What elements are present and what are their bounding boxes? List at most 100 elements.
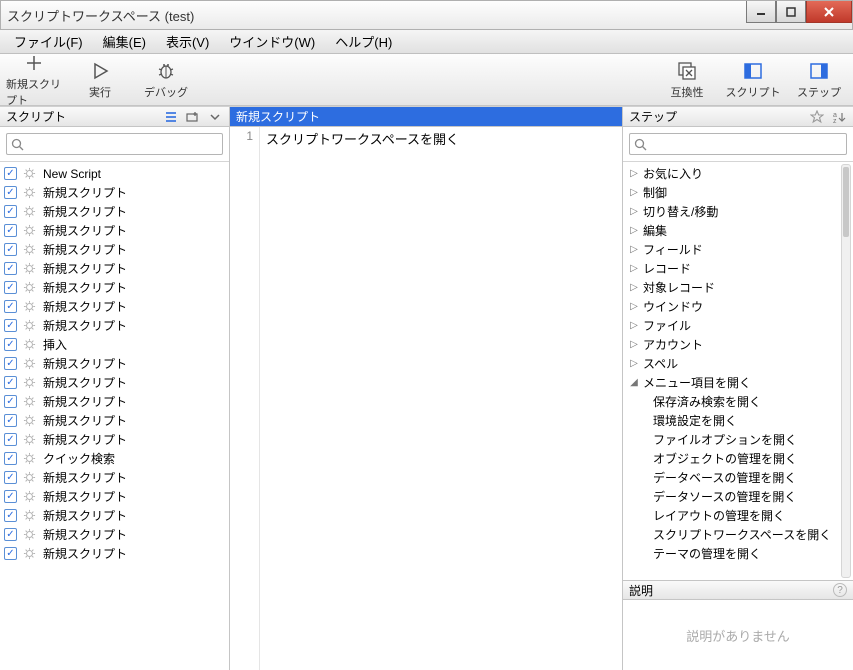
step-item[interactable]: ファイルオプションを開く — [623, 430, 853, 449]
menu-edit[interactable]: 編集(E) — [93, 30, 156, 53]
steps-search[interactable] — [629, 133, 847, 155]
step-item[interactable]: 環境設定を開く — [623, 411, 853, 430]
checkbox[interactable]: ✓ — [4, 547, 17, 560]
step-item[interactable]: データベースの管理を開く — [623, 468, 853, 487]
step-category[interactable]: ▷切り替え/移動 — [623, 202, 853, 221]
step-item[interactable]: レイアウトの管理を開く — [623, 506, 853, 525]
step-category[interactable]: ▷対象レコード — [623, 278, 853, 297]
step-category[interactable]: ▷ウインドウ — [623, 297, 853, 316]
script-row[interactable]: ✓挿入 — [0, 335, 229, 354]
script-row[interactable]: ✓新規スクリプト — [0, 373, 229, 392]
checkbox[interactable]: ✓ — [4, 376, 17, 389]
menu-view[interactable]: 表示(V) — [156, 30, 219, 53]
script-row[interactable]: ✓新規スクリプト — [0, 278, 229, 297]
checkbox[interactable]: ✓ — [4, 281, 17, 294]
new-folder-icon[interactable] — [185, 109, 201, 125]
script-row[interactable]: ✓新規スクリプト — [0, 297, 229, 316]
menu-file[interactable]: ファイル(F) — [4, 30, 93, 53]
script-row[interactable]: ✓新規スクリプト — [0, 544, 229, 563]
script-row[interactable]: ✓新規スクリプト — [0, 392, 229, 411]
chevron-down-icon[interactable] — [207, 109, 223, 125]
list-view-icon[interactable] — [163, 109, 179, 125]
checkbox[interactable]: ✓ — [4, 490, 17, 503]
checkbox[interactable]: ✓ — [4, 471, 17, 484]
checkbox[interactable]: ✓ — [4, 186, 17, 199]
checkbox[interactable]: ✓ — [4, 243, 17, 256]
checkbox[interactable]: ✓ — [4, 262, 17, 275]
step-category[interactable]: ▷お気に入り — [623, 164, 853, 183]
script-search-input[interactable] — [28, 137, 218, 151]
editor-body[interactable]: 1 スクリプトワークスペースを開く — [230, 127, 622, 670]
debug-label: デバッグ — [144, 84, 188, 100]
close-button[interactable] — [806, 1, 852, 23]
script-row[interactable]: ✓新規スクリプト — [0, 506, 229, 525]
script-row[interactable]: ✓新規スクリプト — [0, 259, 229, 278]
step-category[interactable]: ▷スペル — [623, 354, 853, 373]
compat-label: 互換性 — [671, 84, 704, 100]
checkbox[interactable]: ✓ — [4, 528, 17, 541]
step-category[interactable]: ◢メニュー項目を開く — [623, 373, 853, 392]
menu-window[interactable]: ウインドウ(W) — [219, 30, 325, 53]
step-category[interactable]: ▷レコード — [623, 259, 853, 278]
script-row[interactable]: ✓クイック検索 — [0, 449, 229, 468]
checkbox[interactable]: ✓ — [4, 319, 17, 332]
script-name: 新規スクリプト — [43, 469, 225, 486]
checkbox[interactable]: ✓ — [4, 509, 17, 522]
scrollbar[interactable] — [841, 164, 851, 578]
run-button[interactable]: 実行 — [72, 52, 128, 108]
checkbox[interactable]: ✓ — [4, 338, 17, 351]
steps-search-input[interactable] — [651, 137, 842, 151]
checkbox[interactable]: ✓ — [4, 224, 17, 237]
step-category[interactable]: ▷ファイル — [623, 316, 853, 335]
script-row[interactable]: ✓新規スクリプト — [0, 525, 229, 544]
checkbox[interactable]: ✓ — [4, 357, 17, 370]
compat-button[interactable]: 互換性 — [659, 60, 715, 100]
scrollbar-thumb[interactable] — [843, 167, 849, 237]
step-category[interactable]: ▷フィールド — [623, 240, 853, 259]
script-row[interactable]: ✓新規スクリプト — [0, 221, 229, 240]
script-row[interactable]: ✓新規スクリプト — [0, 430, 229, 449]
script-pane-button[interactable]: スクリプト — [725, 60, 781, 100]
script-row[interactable]: ✓New Script — [0, 164, 229, 183]
sort-icon[interactable]: az — [831, 109, 847, 125]
script-search[interactable] — [6, 133, 223, 155]
script-row[interactable]: ✓新規スクリプト — [0, 183, 229, 202]
script-row[interactable]: ✓新規スクリプト — [0, 240, 229, 259]
panels: スクリプト ✓New Script✓新規スクリプト✓新規スクリプト✓新規スクリプ… — [0, 106, 853, 670]
editor-tab-title: 新規スクリプト — [236, 108, 320, 125]
script-row[interactable]: ✓新規スクリプト — [0, 202, 229, 221]
step-category[interactable]: ▷アカウント — [623, 335, 853, 354]
checkbox[interactable]: ✓ — [4, 452, 17, 465]
script-row[interactable]: ✓ 新規スクリプト — [0, 411, 229, 430]
step-category[interactable]: ▷編集 — [623, 221, 853, 240]
favorite-icon[interactable] — [809, 109, 825, 125]
step-category[interactable]: ▷制御 — [623, 183, 853, 202]
checkbox[interactable]: ✓ — [4, 395, 17, 408]
maximize-button[interactable] — [776, 1, 806, 23]
script-row[interactable]: ✓ 新規スクリプト — [0, 468, 229, 487]
script-row[interactable]: ✓新規スクリプト — [0, 316, 229, 335]
step-item[interactable]: テーマの管理を開く — [623, 544, 853, 563]
step-item-label: テーマの管理を開く — [653, 545, 761, 562]
debug-button[interactable]: デバッグ — [138, 52, 194, 108]
step-pane-button[interactable]: ステップ — [791, 60, 847, 100]
checkbox[interactable]: ✓ — [4, 300, 17, 313]
menu-help[interactable]: ヘルプ(H) — [325, 30, 402, 53]
checkbox[interactable]: ✓ — [4, 414, 17, 427]
checkbox[interactable]: ✓ — [4, 433, 17, 446]
script-row[interactable]: ✓新規スクリプト — [0, 354, 229, 373]
code-line[interactable]: スクリプトワークスペースを開く — [266, 129, 616, 148]
new-script-button[interactable]: 新規スクリプト — [6, 52, 62, 108]
checkbox[interactable]: ✓ — [4, 167, 17, 180]
step-item[interactable]: オブジェクトの管理を開く — [623, 449, 853, 468]
help-icon[interactable]: ? — [833, 583, 847, 597]
disclosure-icon: ▷ — [629, 301, 639, 312]
editor-tab[interactable]: 新規スクリプト — [230, 107, 622, 127]
step-item[interactable]: スクリプトワークスペースを開く — [623, 525, 853, 544]
minimize-button[interactable] — [746, 1, 776, 23]
script-name: 新規スクリプト — [43, 412, 225, 429]
script-row[interactable]: ✓新規スクリプト — [0, 487, 229, 506]
checkbox[interactable]: ✓ — [4, 205, 17, 218]
step-item[interactable]: 保存済み検索を開く — [623, 392, 853, 411]
step-item[interactable]: データソースの管理を開く — [623, 487, 853, 506]
